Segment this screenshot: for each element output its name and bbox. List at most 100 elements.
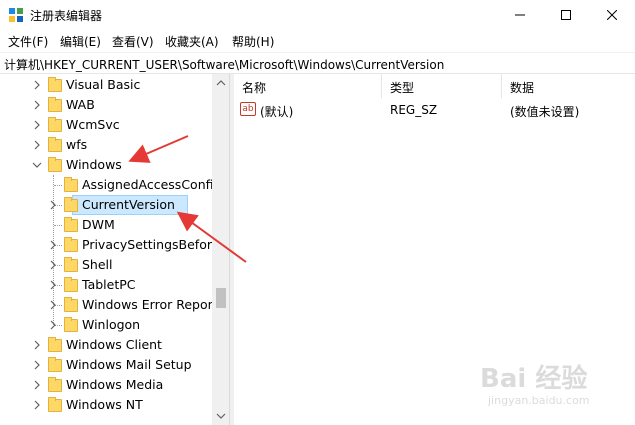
value-name: (默认): [260, 105, 294, 119]
scroll-thumb[interactable]: [216, 288, 226, 308]
tree-guide: [54, 225, 62, 226]
close-icon: [607, 10, 617, 20]
chevron-right-icon[interactable]: [32, 340, 42, 350]
folder-icon: [48, 337, 62, 352]
tree-item[interactable]: TabletPC: [0, 275, 212, 295]
tree-item-label: Visual Basic: [66, 77, 141, 92]
menu-help[interactable]: 帮助(H): [230, 33, 276, 50]
tree-item[interactable]: Windows: [0, 155, 212, 175]
tree-item-label: WAB: [66, 97, 95, 112]
column-name[interactable]: 名称: [234, 74, 382, 98]
tree-item[interactable]: Windows Client: [0, 335, 212, 355]
folder-icon: [48, 157, 62, 172]
menu-view[interactable]: 查看(V): [110, 33, 156, 50]
folder-icon: [48, 117, 62, 132]
folder-icon: [64, 237, 78, 252]
folder-icon: [48, 357, 62, 372]
folder-icon: [64, 197, 78, 212]
scroll-up-icon[interactable]: [216, 78, 226, 88]
baidu-watermark: Bai 经验 jingyan.baidu.com: [480, 358, 630, 418]
close-button[interactable]: [589, 0, 635, 30]
folder-icon: [48, 97, 62, 112]
tree-item-label: AssignedAccessConfig: [82, 177, 222, 192]
scroll-down-icon[interactable]: [216, 411, 226, 421]
folder-icon: [64, 217, 78, 232]
chevron-right-icon[interactable]: [32, 400, 42, 410]
title-bar: 注册表编辑器: [0, 0, 635, 30]
value-type: REG_SZ: [390, 103, 438, 117]
menu-edit[interactable]: 编辑(E): [58, 33, 103, 50]
address-path[interactable]: 计算机\HKEY_CURRENT_USER\Software\Microsoft…: [4, 56, 444, 73]
tree-guide: [54, 185, 62, 186]
chevron-right-icon[interactable]: [32, 360, 42, 370]
folder-icon: [64, 257, 78, 272]
chevron-right-icon[interactable]: [32, 140, 42, 150]
regedit-app-icon: [9, 8, 23, 22]
column-data[interactable]: 数据: [502, 74, 635, 98]
tree-item[interactable]: wfs: [0, 135, 212, 155]
tree-item-label: Windows Media: [66, 377, 164, 392]
tree-item-label: DWM: [82, 217, 115, 232]
chevron-right-icon[interactable]: [32, 120, 42, 130]
chevron-right-icon[interactable]: [32, 80, 42, 90]
tree-item-label: Windows: [66, 157, 122, 172]
maximize-button[interactable]: [543, 0, 589, 30]
folder-icon: [64, 177, 78, 192]
folder-icon: [48, 397, 62, 412]
folder-icon: [48, 137, 62, 152]
value-row[interactable]: ab (默认) REG_SZ (数值未设置): [234, 100, 635, 120]
tree-item[interactable]: Windows Error Report: [0, 295, 218, 315]
tree-item-label: Shell: [82, 257, 113, 272]
chevron-right-icon[interactable]: [48, 240, 58, 250]
watermark-url: jingyan.baidu.com: [488, 394, 590, 407]
menu-favorites[interactable]: 收藏夹(A): [163, 33, 221, 50]
tree-item[interactable]: Shell: [0, 255, 212, 275]
folder-icon: [48, 377, 62, 392]
value-data: (数值未设置): [510, 105, 580, 119]
folder-icon: [64, 317, 78, 332]
chevron-right-icon[interactable]: [48, 200, 58, 210]
tree-item[interactable]: WcmSvc: [0, 115, 212, 135]
tree-item[interactable]: PrivacySettingsBeforeC: [0, 235, 228, 255]
tree-item[interactable]: Windows Mail Setup: [0, 355, 212, 375]
chevron-down-icon[interactable]: [32, 160, 42, 170]
tree-scrollbar[interactable]: [212, 74, 229, 425]
chevron-right-icon[interactable]: [32, 100, 42, 110]
minimize-icon: [515, 14, 525, 16]
tree-item[interactable]: Visual Basic: [0, 75, 212, 95]
window-title: 注册表编辑器: [30, 9, 103, 23]
watermark-logo: Bai 经验: [480, 364, 588, 394]
chevron-right-icon[interactable]: [32, 380, 42, 390]
tree-item[interactable]: DWM: [0, 215, 212, 235]
folder-icon: [64, 297, 78, 312]
chevron-right-icon[interactable]: [48, 300, 58, 310]
chevron-right-icon[interactable]: [48, 320, 58, 330]
tree-item-label: TabletPC: [82, 277, 136, 292]
key-tree[interactable]: Visual Basic WAB WcmSvc wfs Windows AssignedA…: [0, 74, 229, 425]
tree-item-label: PrivacySettingsBeforeC: [82, 237, 229, 252]
tree-item[interactable]: Windows Media: [0, 375, 212, 395]
tree-item-label: wfs: [66, 137, 88, 152]
tree-item[interactable]: WAB: [0, 95, 212, 115]
address-bar[interactable]: 计算机\HKEY_CURRENT_USER\Software\Microsoft…: [0, 52, 635, 74]
tree-item-label: Windows Error Report: [82, 297, 218, 312]
tree-item[interactable]: Winlogon: [0, 315, 212, 335]
folder-icon: [48, 77, 62, 92]
chevron-right-icon[interactable]: [48, 280, 58, 290]
string-value-icon: ab: [240, 102, 256, 116]
tree-item[interactable]: AssignedAccessConfig: [0, 175, 221, 195]
tree-item-label: Winlogon: [82, 317, 141, 332]
tree-item-label: CurrentVersion: [82, 197, 175, 212]
menu-file[interactable]: 文件(F): [6, 33, 50, 50]
tree-item-label: Windows NT: [66, 397, 143, 412]
tree-item[interactable]: Windows NT: [0, 395, 212, 415]
tree-item-label: Windows Mail Setup: [66, 357, 192, 372]
chevron-right-icon[interactable]: [48, 260, 58, 270]
column-type[interactable]: 类型: [382, 74, 502, 98]
tree-item-label: Windows Client: [66, 337, 162, 352]
tree-item[interactable]: CurrentVersion: [0, 195, 212, 215]
maximize-icon: [561, 10, 571, 20]
menu-bar: 文件(F) 编辑(E) 查看(V) 收藏夹(A) 帮助(H): [0, 30, 635, 52]
folder-icon: [64, 277, 78, 292]
minimize-button[interactable]: [497, 0, 543, 30]
